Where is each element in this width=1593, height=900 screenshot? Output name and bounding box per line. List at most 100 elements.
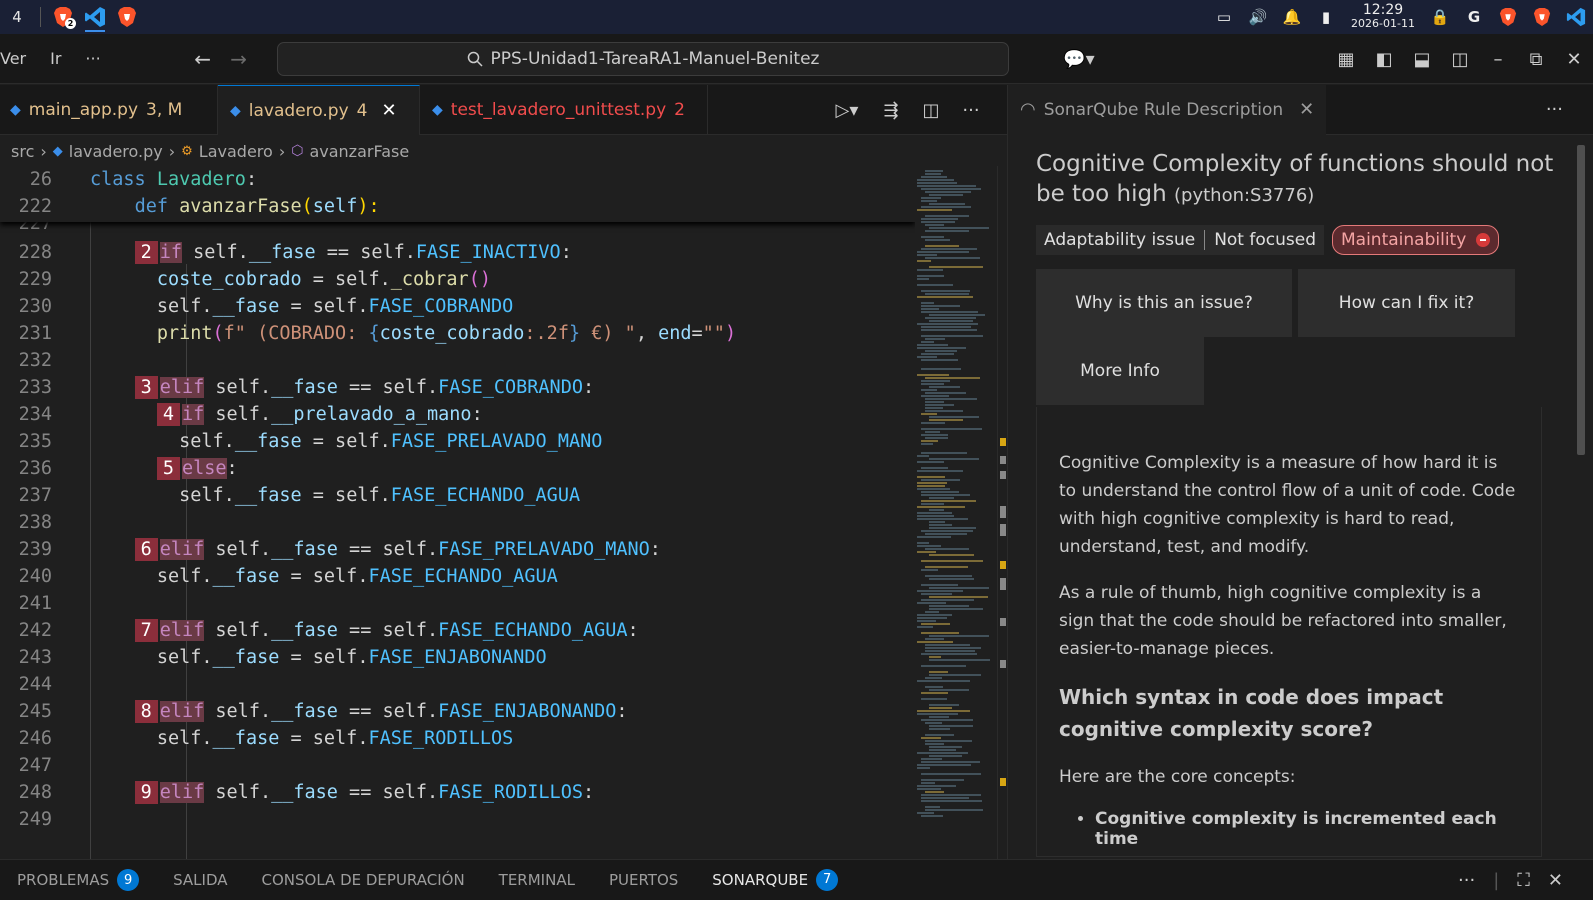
brave-app-2[interactable] xyxy=(111,0,143,34)
volume-icon[interactable]: 🔊 xyxy=(1241,0,1275,34)
code-line[interactable]: 229 coste_cobrado = self._cobrar() xyxy=(0,266,915,293)
tab-main-app[interactable]: ◆ main_app.py 3, M xyxy=(0,85,218,135)
forward-arrow-icon[interactable]: → xyxy=(221,47,257,71)
menu-ver[interactable]: Ver xyxy=(0,49,38,68)
sticky-line[interactable]: 26 class Lavadero: xyxy=(0,166,915,193)
close-window-icon[interactable]: ✕ xyxy=(1555,34,1593,84)
sticky-line[interactable]: 222 def avanzarFase(self): xyxy=(0,193,915,220)
google-icon[interactable]: G xyxy=(1457,0,1491,34)
breadcrumb-folder[interactable]: src xyxy=(11,142,34,161)
maximize-panel-icon[interactable]: ⛶ xyxy=(1517,870,1530,891)
minimap-line xyxy=(921,236,944,238)
command-center[interactable]: PPS-Unidad1-TareaRA1-Manuel-Benitez xyxy=(277,42,1009,76)
more-actions-icon[interactable]: ··· xyxy=(1546,99,1563,120)
editor-scrollbar[interactable] xyxy=(997,166,1007,859)
tab-salida[interactable]: SALIDA xyxy=(156,860,244,900)
tab-test-lavadero[interactable]: ◆ test_lavadero_unittest.py 2 xyxy=(420,85,708,135)
toggle-secondary-sidebar-icon[interactable]: ◫ xyxy=(1441,34,1479,84)
tab-puertos[interactable]: PUERTOS xyxy=(592,860,695,900)
code-line[interactable]: 230 self.__fase = self.FASE_COBRANDO xyxy=(0,293,915,320)
copilot-chat-icon[interactable]: 💬▾ xyxy=(1051,34,1107,84)
code-line[interactable]: 246 self.__fase = self.FASE_RODILLOS xyxy=(0,725,915,752)
chevron-right-icon: › xyxy=(40,141,47,161)
screen-icon[interactable]: ▭ xyxy=(1207,0,1241,34)
code-token: elif xyxy=(159,539,205,560)
code-line[interactable]: 242 7 elif self.__fase == self.FASE_ECHAN… xyxy=(0,617,915,644)
code-line[interactable]: 232 xyxy=(0,347,915,374)
tab-sonarqube[interactable]: SONARQUBE 7 xyxy=(695,860,856,900)
battery-icon[interactable]: ▮ xyxy=(1309,0,1343,34)
code-token: FASE_ENJABONANDO xyxy=(438,701,617,722)
scroll-marker xyxy=(1000,524,1006,536)
minimap-line xyxy=(921,359,959,361)
code-line[interactable]: 234 4 if self.__prelavado_a_mano: xyxy=(0,401,915,428)
code-editor[interactable]: 26 class Lavadero: 222 def avanzarFase(se… xyxy=(0,166,915,859)
tab-why-issue[interactable]: Why is this an issue? xyxy=(1036,269,1292,337)
tab-sonarqube-rule[interactable]: ◠ SonarQube Rule Description ✕ xyxy=(1008,84,1327,135)
tab-terminal[interactable]: TERMINAL xyxy=(482,860,592,900)
brave-tray-icon[interactable] xyxy=(1491,0,1525,34)
breadcrumb-file[interactable]: lavadero.py xyxy=(69,142,163,161)
tab-label: main_app.py xyxy=(28,100,139,120)
minimap-line xyxy=(929,725,973,727)
lock-icon[interactable]: 🔒 xyxy=(1423,0,1457,34)
close-icon[interactable]: ✕ xyxy=(381,100,396,121)
code-line[interactable]: 238 xyxy=(0,509,915,536)
bell-icon[interactable]: 🔔 xyxy=(1275,0,1309,34)
code-line[interactable]: 241 xyxy=(0,590,915,617)
tab-how-fix[interactable]: How can I fix it? xyxy=(1298,269,1515,337)
clock[interactable]: 12:29 2026-01-11 xyxy=(1343,3,1423,30)
more-actions-icon[interactable]: ··· xyxy=(953,100,989,121)
run-icon[interactable]: ▷▾ xyxy=(825,100,869,121)
sticky-scroll[interactable]: 26 class Lavadero: 222 def avanzarFase(se… xyxy=(0,166,915,222)
code-line[interactable]: 228 2 if self.__fase == self.FASE_INACTIV… xyxy=(0,239,915,266)
tab-more-info[interactable]: More Info xyxy=(1036,337,1204,405)
breadcrumb-method[interactable]: avanzarFase xyxy=(309,142,409,161)
split-editor-icon[interactable]: ◫ xyxy=(913,100,949,121)
code-line[interactable]: 243 self.__fase = self.FASE_ENJABONANDO xyxy=(0,644,915,671)
run-tests-icon[interactable]: ⇶ xyxy=(873,100,909,121)
minimap-line xyxy=(921,782,936,784)
code-line[interactable]: 236 5 else: xyxy=(0,455,915,482)
vscode-tray-icon[interactable] xyxy=(1559,0,1593,34)
menu-ir[interactable]: Ir xyxy=(38,49,73,68)
minimize-icon[interactable]: – xyxy=(1479,34,1517,84)
code-line[interactable]: 237 self.__fase = self.FASE_ECHANDO_AGUA xyxy=(0,482,915,509)
code-line[interactable]: 231 print(f" (COBRADO: {coste_cobrado:.2… xyxy=(0,320,915,347)
minimap-line xyxy=(921,467,948,469)
code-line[interactable]: 249 xyxy=(0,806,915,833)
code-line[interactable]: 247 xyxy=(0,752,915,779)
toggle-sidebar-icon[interactable]: ◧ xyxy=(1365,34,1403,84)
brave-app[interactable]: 2 xyxy=(47,0,79,34)
close-icon[interactable]: ✕ xyxy=(1299,99,1314,120)
code-line[interactable]: 248 9 elif self.__fase == self.FASE_RODIL… xyxy=(0,779,915,806)
tab-lavadero[interactable]: ◆ lavadero.py 4 ✕ xyxy=(218,85,420,135)
code-line[interactable]: 239 6 elif self.__fase == self.FASE_PRELA… xyxy=(0,536,915,563)
rule-content: Cognitive Complexity of functions should… xyxy=(1036,149,1564,857)
workspace-indicator[interactable]: 4 xyxy=(0,8,34,26)
minimap-line xyxy=(921,779,964,781)
code-token: "" xyxy=(702,323,725,344)
restore-icon[interactable]: ⧉ xyxy=(1517,34,1555,84)
scroll-marker xyxy=(1000,561,1006,569)
code-line[interactable]: 245 8 elif self.__fase == self.FASE_ENJAB… xyxy=(0,698,915,725)
customize-layout-icon[interactable]: ▦ xyxy=(1327,34,1365,84)
back-arrow-icon[interactable]: ← xyxy=(185,47,221,71)
menu-more[interactable]: ··· xyxy=(73,49,112,68)
breadcrumb-class[interactable]: Lavadero xyxy=(199,142,273,161)
vscode-app[interactable] xyxy=(79,0,111,34)
code-token: elif xyxy=(159,701,205,722)
tab-problemas[interactable]: PROBLEMAS 9 xyxy=(0,860,156,900)
minimap[interactable] xyxy=(915,166,997,859)
code-line[interactable]: 244 xyxy=(0,671,915,698)
maintainability-badge: Maintainability xyxy=(1332,225,1500,255)
more-actions-icon[interactable]: ··· xyxy=(1458,870,1475,891)
close-panel-icon[interactable]: ✕ xyxy=(1548,870,1563,891)
code-line[interactable]: 240 self.__fase = self.FASE_ECHANDO_AGUA xyxy=(0,563,915,590)
code-line[interactable]: 235 self.__fase = self.FASE_PRELAVADO_MA… xyxy=(0,428,915,455)
tab-consola-depuracion[interactable]: CONSOLA DE DEPURACIÓN xyxy=(245,860,482,900)
code-line[interactable]: 233 3 elif self.__fase == self.FASE_COBRA… xyxy=(0,374,915,401)
panel-scrollbar[interactable] xyxy=(1577,145,1585,455)
brave-tray-icon-2[interactable] xyxy=(1525,0,1559,34)
toggle-panel-icon[interactable]: ⬓ xyxy=(1403,34,1441,84)
